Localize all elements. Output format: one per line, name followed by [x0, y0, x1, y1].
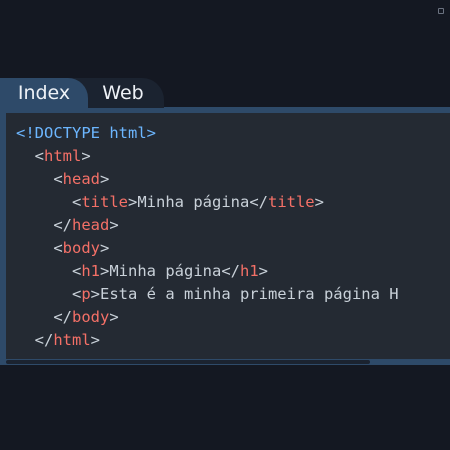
code-text: >	[314, 193, 324, 211]
code-tag-name: h1	[239, 262, 259, 280]
code-text: >	[100, 239, 110, 257]
code-text: >Minha página</	[100, 262, 240, 280]
code-line: <p>Esta é a minha primeira página H	[16, 283, 399, 306]
tab-bar: Index Web	[0, 78, 450, 108]
code-text: >	[81, 147, 91, 165]
code-line: <head>	[16, 168, 399, 191]
code-text: <	[16, 193, 82, 211]
code-line: <title>Minha página</title>	[16, 191, 399, 214]
code-line: <!DOCTYPE html>	[16, 122, 399, 145]
code-line: <h1>Minha página</h1>	[16, 260, 399, 283]
code-line: </body>	[16, 306, 399, 329]
code-doctype: <!DOCTYPE html>	[16, 124, 156, 142]
code-text: >	[90, 331, 100, 349]
code-text: >	[109, 216, 119, 234]
code-text: >	[258, 262, 268, 280]
tab-index[interactable]: Index	[0, 78, 88, 108]
code-text: </	[16, 331, 54, 349]
code-text: </	[16, 216, 72, 234]
code-tag-name: body	[72, 308, 110, 326]
code-text: </	[16, 308, 72, 326]
code-text: >	[109, 308, 119, 326]
code-line: <html>	[16, 145, 399, 168]
code-line: <body>	[16, 237, 399, 260]
code-tag-name: html	[44, 147, 82, 165]
code-area[interactable]: <!DOCTYPE html> <html> <head> <title>Min…	[6, 113, 450, 359]
horizontal-scrollbar[interactable]	[6, 359, 450, 365]
code-text: <	[16, 262, 82, 280]
code-text: >Esta é a minha primeira página H	[90, 285, 399, 303]
code-tag-name: head	[72, 216, 110, 234]
code-line: </html>	[16, 329, 399, 352]
code-text: >Minha página</	[128, 193, 268, 211]
code-tag-name: h1	[81, 262, 100, 280]
scrollbar-thumb[interactable]	[6, 360, 370, 364]
code-tag-name: title	[81, 193, 128, 211]
code-tag-name: head	[62, 170, 100, 188]
code-text: <	[16, 285, 82, 303]
code-text: >	[100, 170, 110, 188]
code-tag-name: html	[53, 331, 91, 349]
code-content: <!DOCTYPE html> <html> <head> <title>Min…	[16, 122, 399, 352]
code-tag-name: title	[267, 193, 315, 211]
code-editor: <!DOCTYPE html> <html> <head> <title>Min…	[0, 107, 450, 365]
code-tag-name: body	[62, 239, 100, 257]
code-text: <	[16, 239, 63, 257]
code-line: </head>	[16, 214, 399, 237]
code-tag-name: p	[81, 285, 91, 303]
code-text: <	[16, 147, 44, 165]
square-outline-icon	[438, 8, 444, 14]
code-text: <	[16, 170, 63, 188]
